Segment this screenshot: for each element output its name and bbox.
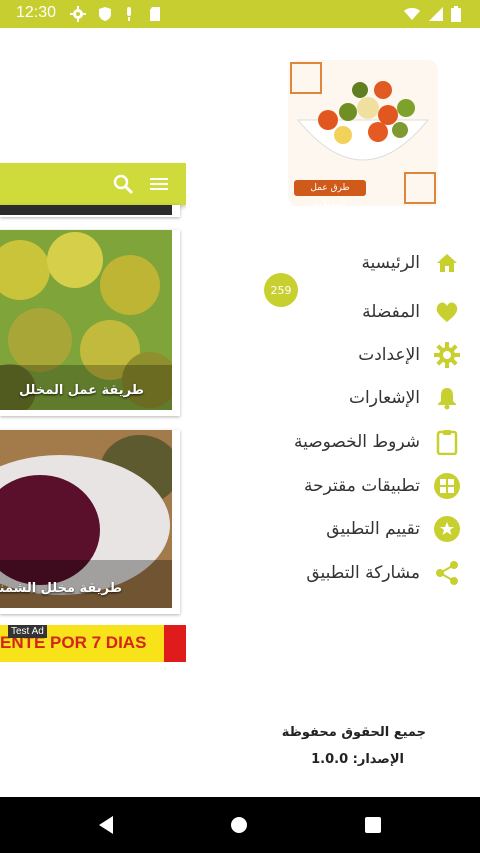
logo-label: طرق عمل المخللات [294, 180, 366, 209]
rights-text: جميع الحقوق محفوظة [281, 725, 426, 740]
heart-icon [434, 299, 460, 325]
status-time: 12:30 [16, 4, 57, 21]
menu-icon[interactable] [150, 177, 168, 191]
menu-item-notifications[interactable]: الإشعارات [190, 378, 460, 418]
apps-icon [434, 473, 460, 499]
menu-item-favorites[interactable]: المفضلة [190, 292, 460, 332]
battery-status-icon [451, 6, 461, 22]
share-icon [434, 560, 460, 586]
card-caption: طريقة عمل المخلل [18, 383, 144, 398]
menu-item-privacy[interactable]: شروط الخصوصية [190, 422, 460, 462]
recipe-card[interactable]: طريقة مخلل الشمندر [0, 430, 180, 614]
gear-icon [434, 342, 460, 368]
settings-status-icon [70, 6, 86, 22]
ad-side-bar [164, 625, 186, 662]
navigation-drawer: طرق عمل المخللات 259 الرئيسية المفضلة ال… [186, 28, 480, 798]
recipe-card[interactable]: طريقة عمل المخلل [0, 230, 180, 416]
menu-item-label: الرئيسية [361, 253, 420, 273]
search-icon[interactable] [112, 173, 134, 195]
back-icon[interactable] [97, 815, 115, 835]
menu-item-label: شروط الخصوصية [293, 432, 420, 452]
home-icon [434, 250, 460, 276]
star-icon [434, 516, 460, 542]
version-text: الإصدار: 1.0.0 [311, 752, 404, 767]
ad-badge: Test Ad [8, 625, 47, 638]
mic-status-icon [127, 7, 131, 21]
bell-icon [434, 385, 460, 411]
shield-status-icon [99, 7, 111, 21]
menu-item-label: الإعدادت [358, 345, 420, 365]
signal-status-icon [429, 7, 443, 21]
wifi-status-icon [404, 8, 420, 20]
sd-card-status-icon [150, 7, 160, 21]
menu-item-settings[interactable]: الإعدادت [190, 335, 460, 375]
card-image [0, 205, 172, 215]
menu-item-label: الإشعارات [349, 388, 420, 408]
menu-item-label: مشاركة التطبيق [306, 563, 420, 583]
menu-item-label: تقييم التطبيق [326, 519, 420, 539]
menu-item-label: تطبيقات مقترحة [304, 476, 420, 496]
menu-item-share-app[interactable]: مشاركة التطبيق [190, 553, 460, 593]
menu-item-label: المفضلة [362, 302, 420, 322]
card-partial[interactable] [0, 205, 180, 217]
menu-item-rate-app[interactable]: تقييم التطبيق [190, 509, 460, 549]
card-caption: طريقة مخلل الشمندر [0, 581, 122, 596]
recents-icon[interactable] [364, 816, 382, 834]
clipboard-icon [434, 429, 460, 455]
app-toolbar [0, 163, 186, 205]
menu-item-home[interactable]: الرئيسية [190, 243, 460, 283]
home-nav-icon[interactable] [230, 816, 248, 834]
ad-banner[interactable]: ENTE POR 7 DIAS Test Ad [0, 625, 186, 662]
menu-item-suggested-apps[interactable]: تطبيقات مقترحة [190, 466, 460, 506]
status-bar: 12:30 [0, 0, 480, 28]
system-nav-bar [0, 797, 480, 853]
